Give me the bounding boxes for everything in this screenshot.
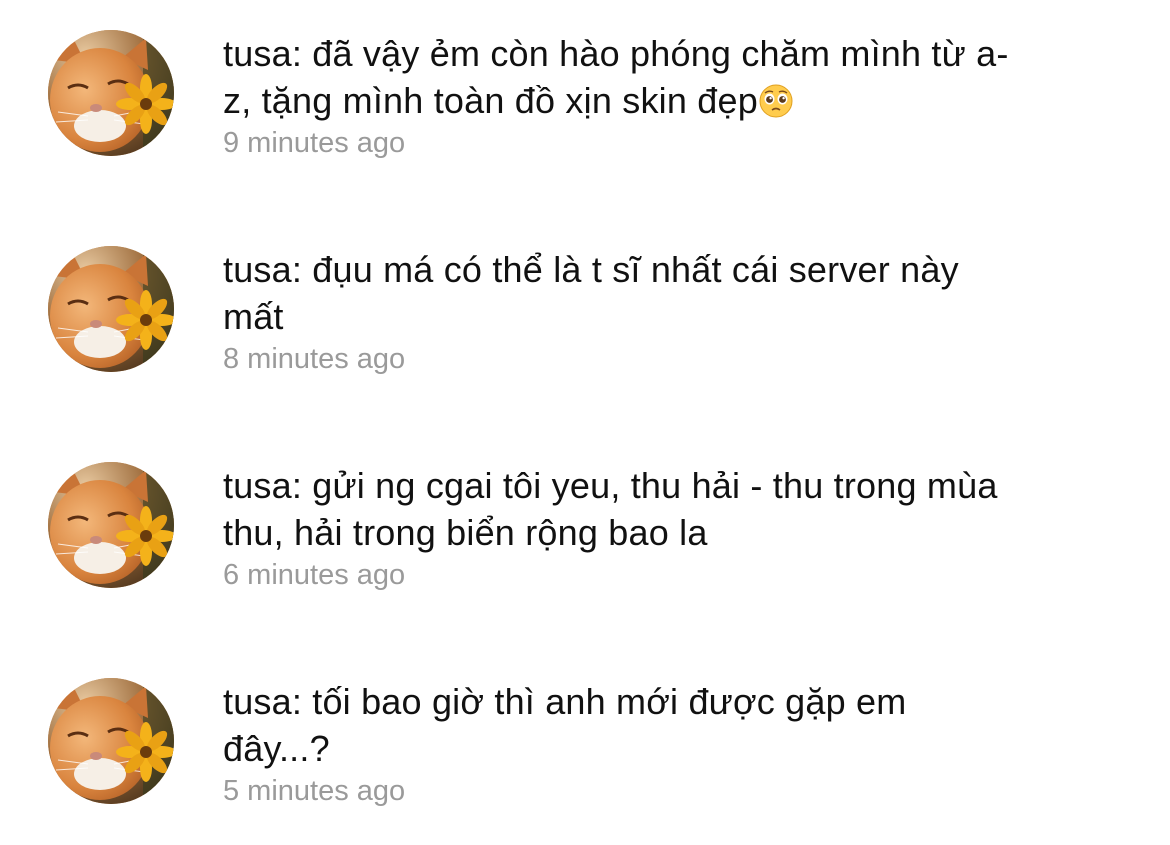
avatar[interactable] <box>48 246 174 372</box>
cat-avatar-icon <box>48 462 174 588</box>
comment-text: tusa: gửi ng cgai tôi yeu, thu hải - thu… <box>223 465 998 553</box>
comment-list: tusa: đã vậy ẻm còn hào phóng chăm mình … <box>0 0 1170 845</box>
avatar[interactable] <box>48 30 174 156</box>
cat-avatar-icon <box>48 246 174 372</box>
comment-text: tusa: tối bao giờ thì anh mới được gặp e… <box>223 681 907 769</box>
cat-avatar-icon <box>48 678 174 804</box>
comment-timestamp: 9 minutes ago <box>223 127 406 159</box>
comment-text: tusa: đụu má có thể là t sĩ nhất cái ser… <box>223 249 959 337</box>
avatar[interactable] <box>48 678 174 804</box>
comment-timestamp: 5 minutes ago <box>223 775 406 807</box>
avatar[interactable] <box>48 462 174 588</box>
comment-timestamp: 8 minutes ago <box>223 343 406 375</box>
pleading-face-emoji-icon <box>759 84 793 118</box>
comment-text: tusa: đã vậy ẻm còn hào phóng chăm mình … <box>223 33 1009 121</box>
comment-timestamp: 6 minutes ago <box>223 559 406 591</box>
cat-avatar-icon <box>48 30 174 156</box>
